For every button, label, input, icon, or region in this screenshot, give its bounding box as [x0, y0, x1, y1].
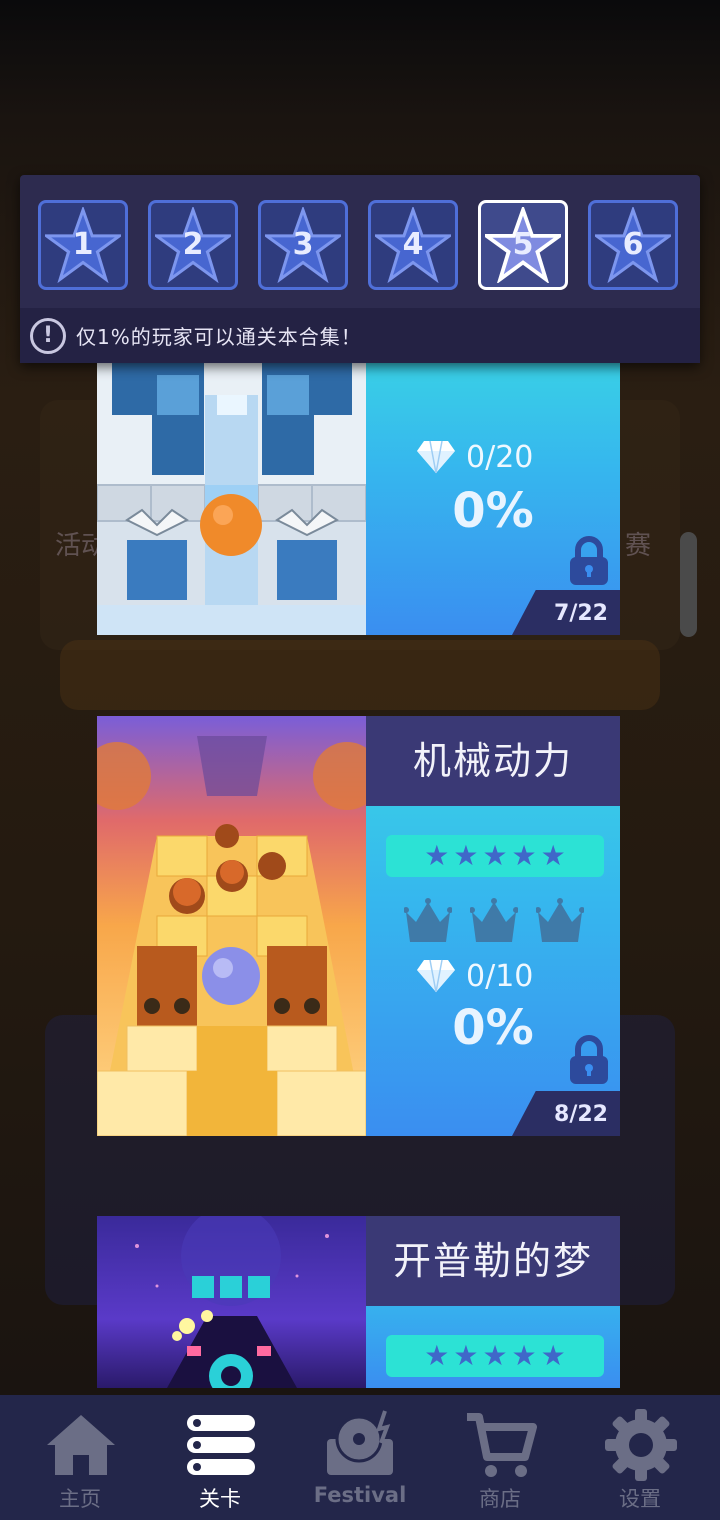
level-card-7[interactable]: 0/20 0% 7/22	[97, 335, 620, 635]
level-thumbnail	[97, 1216, 366, 1388]
list-icon	[187, 1415, 255, 1475]
rating-star-icon: ★	[511, 839, 537, 872]
info-icon: !	[30, 317, 66, 354]
star-rating: ★ ★ ★ ★ ★	[386, 1335, 604, 1377]
completion-percent: 0%	[452, 483, 534, 539]
notice-banner: ! 仅1%的玩家可以通关本合集！	[20, 308, 700, 363]
background-label-right: 赛	[625, 531, 652, 561]
star-tab-number: 2	[182, 227, 204, 262]
star-tab-6[interactable]: 6	[588, 200, 678, 290]
gem-progress: 0/20	[416, 439, 596, 475]
star-tab-number: 4	[402, 227, 424, 262]
level-card-8[interactable]: 机械动力 ★ ★ ★ ★ ★ 0/10 0% 8/22	[97, 716, 620, 1136]
nav-levels[interactable]: 关卡	[150, 1395, 290, 1520]
rating-star-icon: ★	[482, 839, 508, 872]
diamond-icon	[417, 959, 455, 993]
notice-text: 仅1%的玩家可以通关本合集！	[76, 325, 362, 349]
nav-shop[interactable]: 商店	[430, 1395, 570, 1520]
star-tab-3[interactable]: 3	[258, 200, 348, 290]
level-8-artwork	[97, 716, 366, 1136]
star-tab-number: 6	[622, 227, 644, 262]
rating-star-icon: ★	[424, 839, 450, 872]
star-tab-2[interactable]: 2	[148, 200, 238, 290]
levels-screen: 活动 赛 1 2 3 4 5 6 ! 仅1%的玩家可以通关本合集！ 0/20 0…	[0, 0, 720, 1520]
nav-label: 商店	[479, 1487, 521, 1511]
crown-row	[404, 898, 584, 944]
lock-icon	[570, 536, 608, 585]
gem-count: 0/20	[466, 439, 534, 475]
level-count-tag: 7/22	[512, 590, 620, 635]
level-count-tag: 8/22	[512, 1091, 620, 1136]
level-title: 机械动力	[366, 716, 620, 806]
rating-star-icon: ★	[453, 839, 479, 872]
nav-label: 设置	[619, 1487, 661, 1511]
level-9-artwork	[97, 1216, 366, 1388]
cart-icon	[467, 1413, 537, 1477]
star-rating: ★ ★ ★ ★ ★	[386, 835, 604, 877]
nav-settings[interactable]: 设置	[570, 1395, 710, 1520]
scrollbar[interactable]	[680, 532, 697, 637]
star-tab-4[interactable]: 4	[368, 200, 458, 290]
level-7-artwork	[97, 335, 366, 635]
star-tab-1[interactable]: 1	[38, 200, 128, 290]
level-card-9[interactable]: 开普勒的梦 ★ ★ ★ ★ ★	[97, 1216, 620, 1388]
level-info-panel: 0/20 0% 7/22	[366, 335, 620, 635]
level-thumbnail	[97, 716, 366, 1136]
rating-star-icon: ★	[482, 1339, 508, 1372]
crown-icon	[470, 898, 518, 942]
gear-icon	[605, 1409, 677, 1481]
nav-label: Festival	[313, 1483, 407, 1507]
rating-star-icon: ★	[511, 1339, 537, 1372]
level-title: 开普勒的梦	[366, 1216, 620, 1306]
level-info-panel: 机械动力 ★ ★ ★ ★ ★ 0/10 0% 8/22	[366, 716, 620, 1136]
level-info-panel: 开普勒的梦 ★ ★ ★ ★ ★	[366, 1216, 620, 1388]
gem-progress: 0/10	[416, 958, 596, 994]
diamond-icon	[417, 440, 455, 474]
star-tab-5[interactable]: 5	[478, 200, 568, 290]
star-tab-number: 5	[512, 227, 534, 262]
star-tab-number: 3	[292, 227, 314, 262]
star-tab-bar: 1 2 3 4 5 6 ! 仅1%的玩家可以通关本合集！	[20, 175, 700, 363]
rating-star-icon: ★	[540, 1339, 566, 1372]
gem-count: 0/10	[466, 958, 534, 994]
home-icon	[47, 1415, 115, 1475]
rating-star-icon: ★	[424, 1339, 450, 1372]
nav-label: 主页	[59, 1487, 101, 1511]
lock-icon	[570, 1035, 608, 1084]
crown-icon	[536, 898, 584, 942]
turntable-icon	[327, 1410, 393, 1475]
rating-star-icon: ★	[453, 1339, 479, 1372]
level-thumbnail	[97, 335, 366, 635]
rating-star-icon: ★	[540, 839, 566, 872]
star-tab-number: 1	[72, 227, 94, 262]
crown-icon	[404, 898, 452, 942]
nav-label: 关卡	[199, 1487, 241, 1511]
bottom-navigation: 主页 关卡 Festival 商店 设置	[0, 1395, 720, 1520]
nav-home[interactable]: 主页	[10, 1395, 150, 1520]
nav-festival[interactable]: Festival	[290, 1395, 430, 1520]
background-gears-row	[60, 640, 660, 710]
